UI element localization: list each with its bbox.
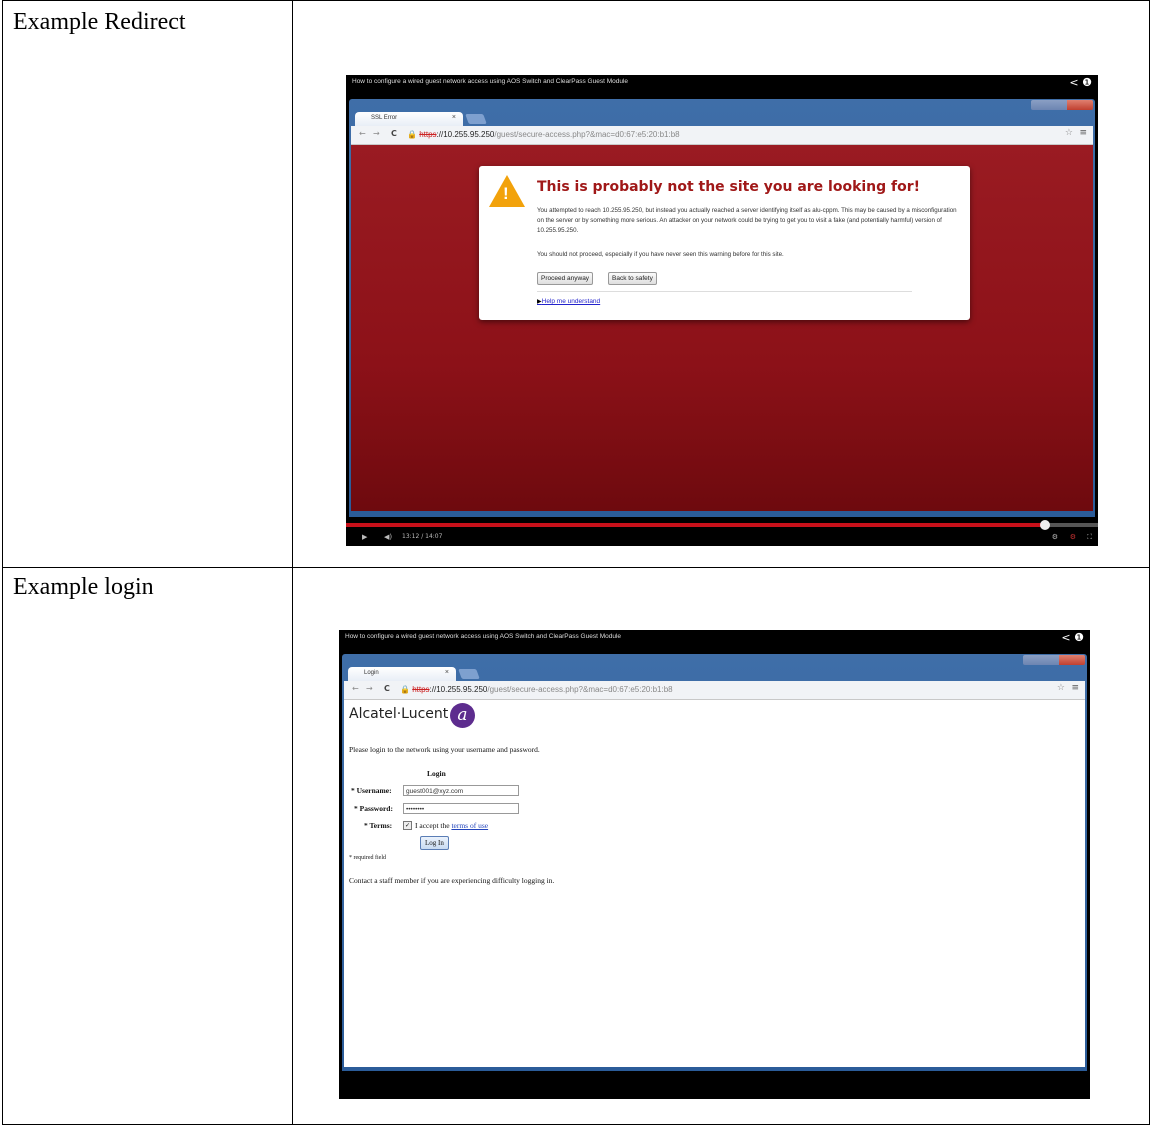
login-video-frame: How to configure a wired guest network a… [339,630,1090,1099]
new-tab-button[interactable] [458,669,480,679]
proceed-anyway-button[interactable]: Proceed anyway [537,272,594,285]
terms-checkbox[interactable]: ✓ [403,821,412,830]
address-bar[interactable]: 🔒 https://10.255.95.250/guest/secure-acc… [400,685,673,694]
address-host: ://10.255.95.250 [429,685,488,694]
back-to-safety-button[interactable]: Back to safety [608,272,657,285]
row-divider [3,567,1149,568]
browser-toolbar: ← → C 🔒 https://10.255.95.250/guest/secu… [351,126,1093,145]
document-table: Example Redirect Example login How to co… [2,0,1150,1125]
password-input[interactable]: •••••••• [403,803,519,814]
divider [537,291,912,292]
help-link[interactable]: ▶Help me understand [537,298,600,305]
column-divider [292,1,293,1124]
video-progress-bar[interactable] [346,520,1098,530]
contact-text: Contact a staff member if you are experi… [349,876,555,885]
forward-arrow-icon[interactable]: → [366,684,373,693]
address-path: /guest/secure-access.php?&mac=d0:67:e5:2… [487,685,673,694]
bookmark-star-icon[interactable]: ☆ [1057,683,1065,693]
video-controls: ▶ ◀) 13:12 / 14:07 ⚙ ⚙ ⛶ [346,530,1098,546]
address-bar[interactable]: 🔒 https://10.255.95.250/guest/secure-acc… [407,130,680,139]
browser-tab[interactable]: SSL Error × [355,112,463,126]
tab-close-icon[interactable]: × [445,669,449,676]
warning-exclamation: ! [503,184,509,203]
back-arrow-icon[interactable]: ← [352,684,359,693]
tab-title: SSL Error [371,115,398,121]
form-heading: Login [427,769,446,778]
broken-lock-icon: 🔒 [407,130,417,139]
video-title: How to configure a wired guest network a… [345,633,622,640]
back-arrow-icon[interactable]: ← [359,129,366,138]
username-label: * Username: [351,786,392,795]
bookmark-star-icon[interactable]: ☆ [1065,128,1073,138]
help-link-text: Help me understand [541,298,601,305]
broken-lock-icon: 🔒 [400,685,410,694]
password-label: * Password: [354,804,393,813]
progress-fill [346,523,1046,527]
reload-icon[interactable]: C [391,129,397,138]
row-label-redirect: Example Redirect [13,9,186,35]
forward-arrow-icon[interactable]: → [373,129,380,138]
address-scheme: https [419,130,437,139]
logo-text: Alcatel·Lucent [349,706,449,722]
terms-label: * Terms: [364,821,393,830]
settings-icon[interactable]: ⚙ [1052,533,1058,541]
company-logo: Alcatel·Lucent [349,706,448,722]
browser-toolbar: ← → C 🔒 https://10.255.95.250/guest/secu… [344,681,1085,700]
share-info-icons[interactable]: < ❶ [1069,76,1092,89]
window-controls[interactable] [1031,100,1093,110]
login-intro: Please login to the network using your u… [349,745,540,754]
video-title: How to configure a wired guest network a… [352,78,629,85]
redirect-video-frame: How to configure a wired guest network a… [346,75,1098,546]
browser-window: Login × ← → C 🔒 https://10.255.95.250/gu… [342,654,1087,1071]
username-input[interactable]: guest001@xyz.com [403,785,519,796]
required-note: * required field [349,855,386,861]
menu-icon[interactable]: ≡ [1079,128,1087,138]
address-scheme: https [412,685,430,694]
fullscreen-icon[interactable]: ⛶ [1087,533,1092,542]
tab-title: Login [364,670,379,676]
ssl-warning-box: ! This is probably not the site you are … [479,166,970,320]
time-display: 13:12 / 14:07 [402,533,443,540]
ssl-error-page: ! This is probably not the site you are … [351,145,1093,511]
window-controls[interactable] [1023,655,1085,665]
play-icon[interactable]: ▶ [362,533,367,541]
menu-icon[interactable]: ≡ [1071,683,1079,693]
window-close-icon[interactable] [1059,655,1085,665]
reload-icon[interactable]: C [384,684,390,693]
terms-prefix: I accept the [415,821,450,830]
address-host: ://10.255.95.250 [436,130,495,139]
row-label-login: Example login [13,574,154,600]
terms-of-use-link[interactable]: terms of use [451,821,488,830]
error-title: This is probably not the site you are lo… [537,179,921,195]
tab-close-icon[interactable]: × [452,114,456,121]
terms-text: I accept the terms of use [415,821,488,830]
new-tab-button[interactable] [465,114,487,124]
login-button[interactable]: Log In [420,836,449,850]
address-path: /guest/secure-access.php?&mac=d0:67:e5:2… [494,130,680,139]
share-info-icons[interactable]: < ❶ [1061,631,1084,644]
error-advice: You should not proceed, especially if yo… [537,251,784,258]
browser-tab[interactable]: Login × [348,667,456,681]
logo-symbol-icon: a [450,703,475,728]
error-description: You attempted to reach 10.255.95.250, bu… [537,207,957,234]
progress-knob[interactable] [1040,520,1051,530]
browser-window: SSL Error × ← → C 🔒 https://10.255.95.25… [349,99,1095,517]
window-close-icon[interactable] [1067,100,1093,110]
hd-icon[interactable]: ⚙ [1070,533,1076,541]
login-page: Alcatel·Lucent a Please login to the net… [344,700,1085,1067]
volume-icon[interactable]: ◀) [384,533,392,541]
